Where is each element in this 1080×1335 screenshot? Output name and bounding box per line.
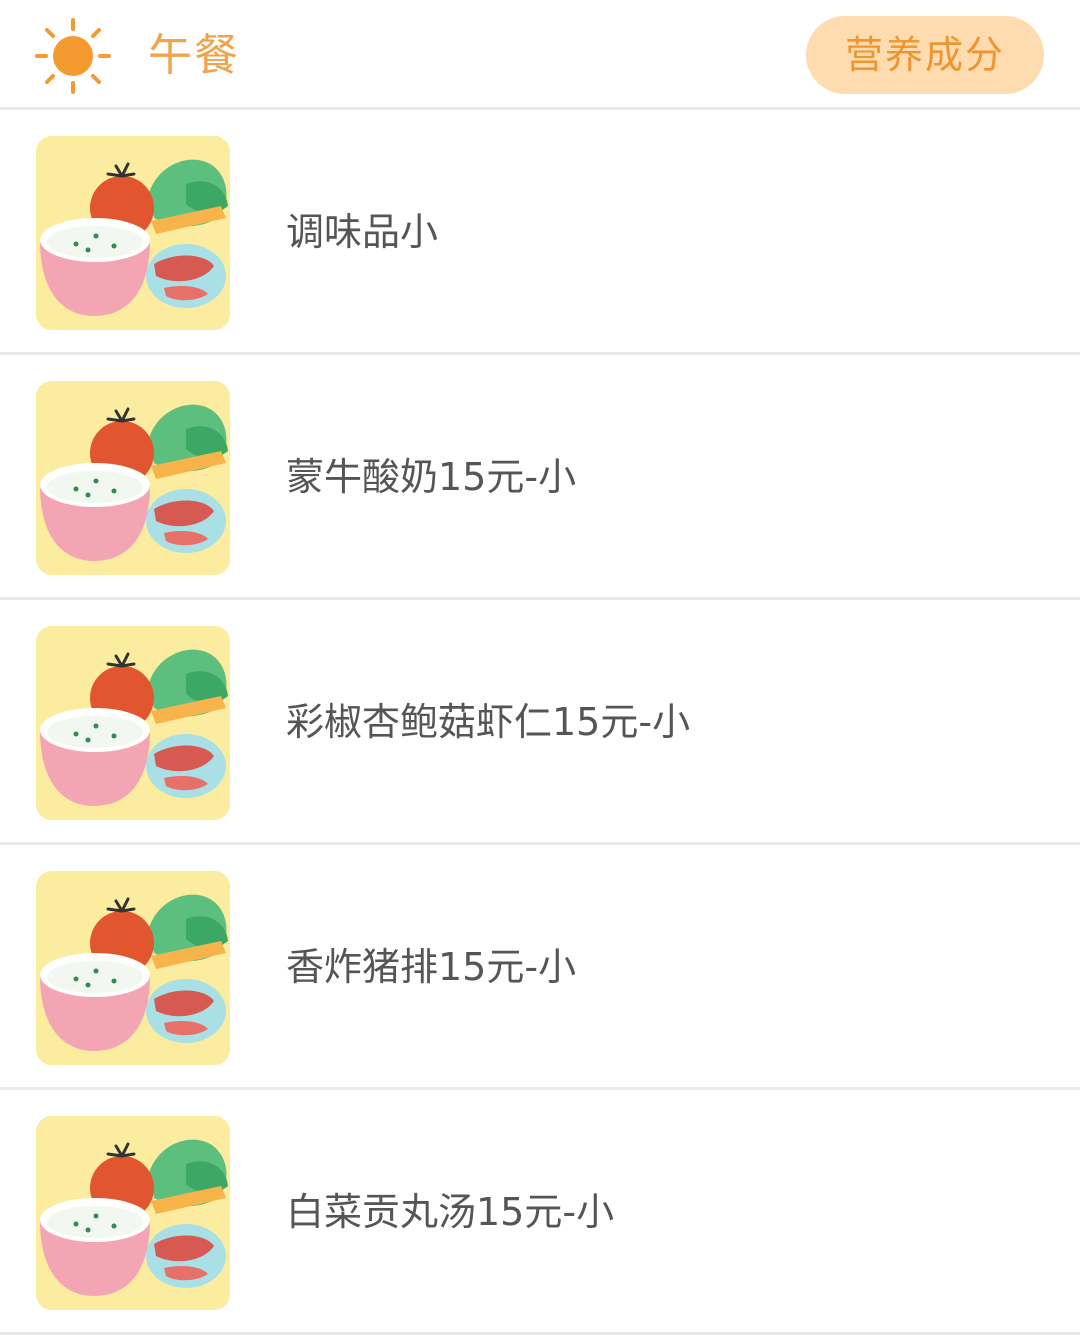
item-name: 彩椒杏鲍菇虾仁15元-小 bbox=[286, 700, 691, 744]
food-plate-icon bbox=[36, 136, 230, 330]
list-item[interactable]: 彩椒杏鲍菇虾仁15元-小 bbox=[0, 600, 1080, 845]
food-plate-icon bbox=[36, 381, 230, 575]
list-item[interactable]: 香炸猪排15元-小 bbox=[0, 845, 1080, 1090]
food-plate-icon bbox=[36, 1116, 230, 1310]
item-name: 蒙牛酸奶15元-小 bbox=[286, 455, 577, 499]
nutrition-button[interactable]: 营养成分 bbox=[806, 16, 1044, 94]
list-item[interactable]: 白菜贡丸汤15元-小 bbox=[0, 1090, 1080, 1335]
food-plate-icon bbox=[36, 626, 230, 820]
list-item[interactable]: 调味品小 bbox=[0, 110, 1080, 355]
item-name: 调味品小 bbox=[286, 210, 439, 254]
item-name: 香炸猪排15元-小 bbox=[286, 945, 577, 989]
meal-title: 午餐 bbox=[148, 30, 240, 81]
list-item[interactable]: 蒙牛酸奶15元-小 bbox=[0, 355, 1080, 600]
sun-icon bbox=[35, 18, 111, 94]
food-plate-icon bbox=[36, 871, 230, 1065]
item-name: 白菜贡丸汤15元-小 bbox=[286, 1190, 615, 1234]
meal-header: 午餐 营养成分 bbox=[0, 0, 1080, 110]
meal-item-list: 调味品小 蒙牛酸奶15元-小 彩椒杏鲍菇虾仁15元-小 香炸猪排15元-小 白菜… bbox=[0, 110, 1080, 1335]
